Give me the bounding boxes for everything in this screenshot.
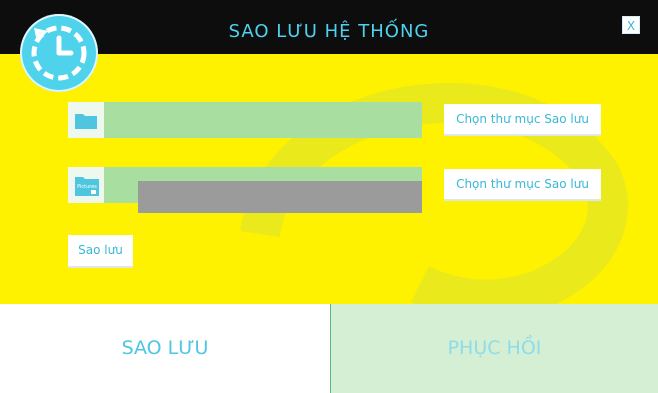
backup-button[interactable]: Sao lưu [68,235,133,268]
backup-clock-icon [20,14,98,92]
source-folder-field[interactable] [68,102,422,138]
backup-progress-bar [138,181,422,213]
choose-target-folder-button[interactable]: Chọn thư mục Sao lưu [444,169,601,201]
folder-icon [68,102,104,138]
choose-source-folder-button[interactable]: Chọn thư mục Sao lưu [444,104,601,136]
tab-restore[interactable]: PHỤC HỒI [330,304,658,393]
backup-panel: Chọn thư mục Sao lưu Pictures Chọn thư m… [0,54,658,304]
pictures-icon-label: Pictures [77,184,97,190]
window-title: SAO LƯU HỆ THỐNG [228,21,430,42]
close-button[interactable]: X [622,16,640,34]
pictures-folder-icon: Pictures [68,167,104,203]
title-bar: SAO LƯU HỆ THỐNG X [0,0,658,54]
tab-backup[interactable]: SAO LƯU [0,304,330,393]
